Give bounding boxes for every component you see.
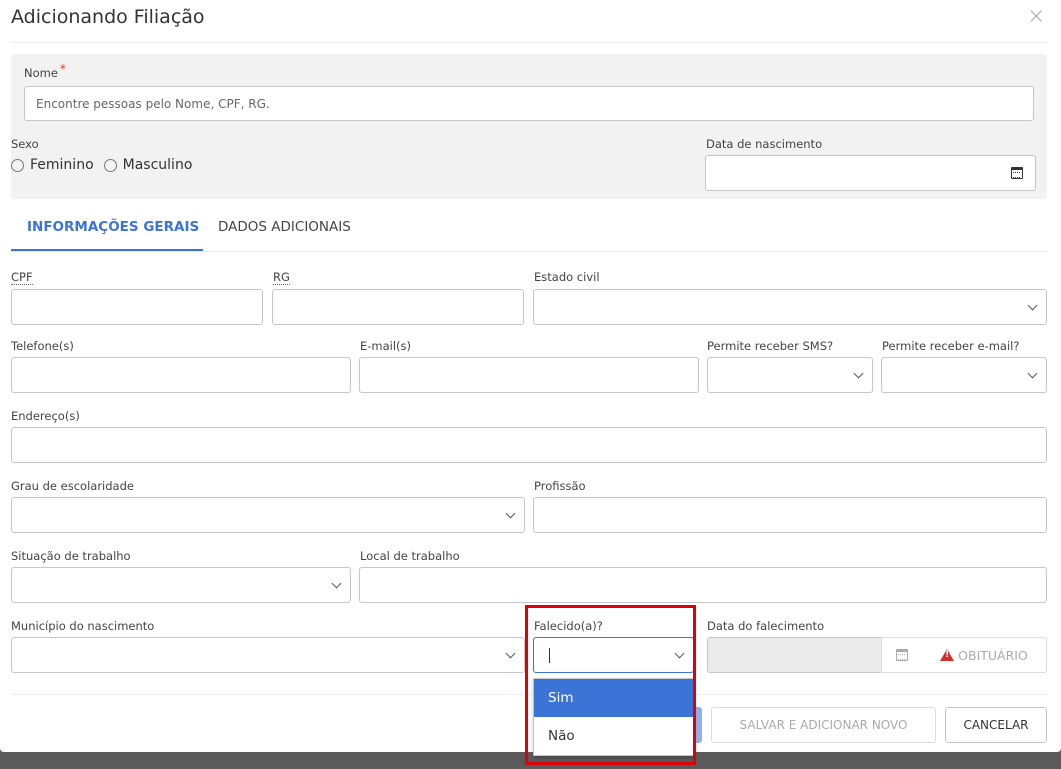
calendar-icon [896, 649, 908, 661]
chevron-down-icon [853, 368, 864, 379]
filiacao-dialog: Adicionando Filiação × Nome * Encontre pe… [0, 0, 1061, 752]
tabs-divider [11, 251, 1047, 252]
sex-radio-group: Feminino Masculino [11, 157, 192, 173]
close-icon[interactable]: × [1027, 6, 1045, 28]
required-mark: * [59, 62, 66, 76]
radio-feminino-label: Feminino [30, 157, 94, 173]
profissao-input[interactable] [533, 497, 1047, 533]
footer-divider [11, 694, 1047, 695]
calendar-icon [1010, 167, 1023, 179]
dialog-title: Adicionando Filiação [11, 6, 205, 28]
name-label: Nome * [24, 62, 66, 80]
sms-select[interactable] [707, 357, 873, 393]
situacao-label: Situação de trabalho [11, 549, 131, 563]
estado-civil-label: Estado civil [534, 270, 600, 284]
profissao-label: Profissão [534, 479, 586, 493]
tab-dados-adicionais[interactable]: DADOS ADICIONAIS [218, 219, 351, 235]
estado-civil-select[interactable] [533, 289, 1047, 325]
text-cursor [549, 648, 550, 663]
obituario-label: OBITUÁRIO [958, 647, 1028, 663]
sms-label: Permite receber SMS? [707, 339, 834, 353]
endereco-input[interactable] [11, 427, 1047, 463]
data-falecimento-input[interactable] [707, 637, 882, 673]
cpf-label: CPF [11, 270, 33, 285]
data-falecimento-label: Data do falecimento [707, 619, 825, 633]
chevron-down-icon [505, 508, 516, 519]
warning-icon [940, 649, 955, 661]
chevron-down-icon [1027, 368, 1038, 379]
rg-input[interactable] [272, 289, 524, 325]
tab-informacoes-gerais[interactable]: INFORMAÇÕES GERAIS [27, 219, 199, 235]
option-nao[interactable]: Não [534, 717, 693, 755]
radio-masculino-label: Masculino [122, 157, 193, 173]
permite-email-label: Permite receber e-mail? [882, 339, 1020, 353]
chevron-down-icon [331, 578, 342, 589]
escolaridade-label: Grau de escolaridade [11, 479, 134, 493]
sex-label: Sexo [11, 137, 39, 151]
local-input[interactable] [359, 567, 1047, 603]
backdrop [0, 752, 1061, 769]
cancel-button[interactable]: CANCELAR [945, 707, 1047, 743]
endereco-label: Endereço(s) [11, 409, 80, 423]
email-input[interactable] [359, 357, 699, 393]
telefone-label: Telefone(s) [11, 339, 74, 353]
municipio-label: Município do nascimento [11, 619, 155, 633]
situacao-select[interactable] [11, 567, 351, 603]
local-label: Local de trabalho [360, 549, 460, 563]
data-falecimento-calendar-button[interactable] [881, 637, 923, 673]
radio-masculino[interactable] [103, 158, 117, 172]
header-divider [11, 42, 1047, 43]
birth-date-label: Data de nascimento [706, 137, 823, 151]
chevron-down-icon [1027, 300, 1038, 311]
escolaridade-select[interactable] [11, 497, 525, 533]
obituario-button[interactable]: OBITUÁRIO [922, 637, 1047, 673]
falecido-dropdown-menu: Sim Não [533, 678, 694, 756]
chevron-down-icon [505, 648, 516, 659]
falecido-label: Falecido(a)? [534, 619, 603, 633]
chevron-down-icon [674, 648, 685, 659]
name-search-input[interactable]: Encontre pessoas pelo Nome, CPF, RG. [24, 86, 1034, 121]
birth-date-calendar-button[interactable] [998, 155, 1036, 191]
falecido-select[interactable] [533, 637, 694, 673]
email-label: E-mail(s) [360, 339, 412, 353]
cpf-input[interactable] [11, 289, 263, 325]
telefone-input[interactable] [11, 357, 351, 393]
option-sim[interactable]: Sim [534, 679, 693, 717]
name-search-placeholder: Encontre pessoas pelo Nome, CPF, RG. [36, 97, 270, 111]
birth-date-input[interactable] [705, 155, 999, 191]
municipio-select[interactable] [11, 637, 525, 673]
radio-feminino[interactable] [11, 158, 24, 172]
rg-label: RG [273, 270, 290, 285]
permite-email-select[interactable] [881, 357, 1047, 393]
save-and-add-new-button[interactable]: SALVAR E ADICIONAR NOVO [711, 707, 936, 743]
